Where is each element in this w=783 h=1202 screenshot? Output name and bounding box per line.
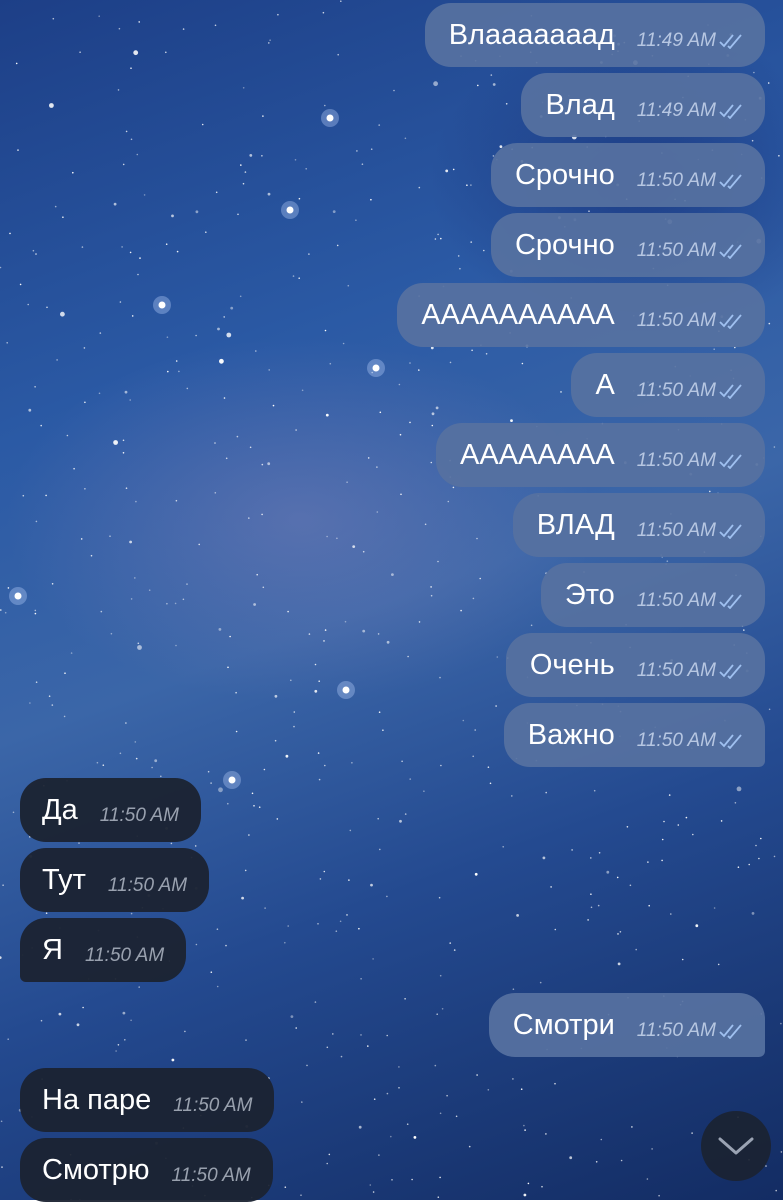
message-text: Да — [42, 794, 78, 826]
double-check-icon — [719, 664, 742, 679]
outgoing-message[interactable]: Влад 11:49 AM — [521, 73, 765, 137]
message-text: Влад — [545, 89, 615, 121]
outgoing-message[interactable]: А 11:50 AM — [571, 353, 765, 417]
outgoing-message[interactable]: АААААААААА 11:50 AM — [397, 283, 765, 347]
double-check-icon — [719, 244, 742, 259]
message-text: Тут — [42, 864, 86, 896]
message-time: 11:50 AM — [636, 520, 716, 541]
outgoing-message[interactable]: Очень 11:50 AM — [505, 633, 765, 697]
message-meta: 11:50 AM — [637, 450, 743, 472]
incoming-message[interactable]: Тут 11:50 AM — [20, 848, 210, 912]
message-time: 11:50 AM — [636, 730, 716, 751]
double-check-icon — [719, 524, 742, 539]
outgoing-message[interactable]: Смотри 11:50 AM — [488, 993, 765, 1057]
message-time: 11:49 AM — [636, 30, 716, 51]
outgoing-message[interactable]: АААААААА 11:50 AM — [436, 423, 765, 487]
message-text: Влааааааад — [448, 19, 615, 51]
message-meta: 11:49 AM — [637, 30, 743, 52]
message-time: 11:50 AM — [171, 1165, 251, 1186]
message-text: Это — [564, 579, 615, 611]
incoming-message[interactable]: Смотрю 11:50 AM — [20, 1138, 273, 1202]
outgoing-message[interactable]: Важно 11:50 AM — [503, 703, 765, 767]
message-time: 11:50 AM — [636, 380, 716, 401]
message-text: ВЛАД — [536, 509, 615, 541]
message-meta: 11:50 AM — [637, 380, 743, 402]
message-time: 11:50 AM — [636, 310, 716, 331]
message-meta: 11:50 AM — [637, 170, 743, 192]
outgoing-message[interactable]: Срочно 11:50 AM — [490, 213, 765, 277]
double-check-icon — [719, 384, 742, 399]
message-text: Срочно — [514, 159, 615, 191]
message-meta: 11:50 AM — [637, 520, 743, 542]
message-time: 11:50 AM — [636, 240, 716, 261]
message-time: 11:50 AM — [636, 170, 716, 191]
incoming-message[interactable]: На паре 11:50 AM — [20, 1068, 275, 1132]
outgoing-message[interactable]: Влааааааад 11:49 AM — [424, 3, 765, 67]
outgoing-message[interactable]: ВЛАД 11:50 AM — [512, 493, 765, 557]
message-time: 11:50 AM — [99, 805, 179, 826]
message-text: Смотрю — [42, 1154, 150, 1186]
chevron-down-icon — [718, 1137, 754, 1155]
message-time: 11:50 AM — [107, 875, 188, 896]
message-meta: 11:50 AM — [637, 1020, 743, 1042]
message-text: АААААААААА — [421, 299, 615, 331]
message-time: 11:50 AM — [636, 590, 716, 611]
message-meta: 11:49 AM — [637, 100, 743, 122]
incoming-message[interactable]: Да 11:50 AM — [20, 778, 201, 842]
message-time: 11:50 AM — [173, 1095, 253, 1116]
message-time: 11:50 AM — [636, 450, 716, 471]
message-text: А — [595, 369, 615, 401]
double-check-icon — [719, 314, 742, 329]
double-check-icon — [719, 454, 742, 469]
message-text: На паре — [42, 1084, 152, 1116]
message-text: Важно — [527, 719, 615, 751]
message-time: 11:50 AM — [636, 660, 716, 681]
message-text: Очень — [529, 649, 615, 681]
message-text: Срочно — [514, 229, 615, 261]
message-meta: 11:50 AM — [637, 660, 743, 682]
outgoing-message[interactable]: Это 11:50 AM — [540, 563, 765, 627]
message-text: АААААААА — [460, 439, 615, 471]
message-meta: 11:50 AM — [637, 240, 743, 262]
message-meta: 11:50 AM — [637, 310, 743, 332]
message-meta: 11:50 AM — [637, 590, 743, 612]
double-check-icon — [719, 174, 742, 189]
message-text: Я — [42, 934, 63, 966]
double-check-icon — [719, 34, 742, 49]
message-time: 11:50 AM — [636, 1020, 716, 1041]
scroll-down-button[interactable] — [701, 1111, 771, 1181]
message-text: Смотри — [512, 1009, 615, 1041]
message-time: 11:50 AM — [84, 945, 165, 966]
double-check-icon — [719, 104, 742, 119]
incoming-message[interactable]: Я 11:50 AM — [20, 918, 187, 982]
outgoing-message[interactable]: Срочно 11:50 AM — [490, 143, 765, 207]
message-time: 11:49 AM — [636, 100, 716, 121]
message-meta: 11:50 AM — [637, 730, 743, 752]
double-check-icon — [719, 734, 742, 749]
double-check-icon — [719, 1024, 742, 1039]
double-check-icon — [719, 594, 742, 609]
